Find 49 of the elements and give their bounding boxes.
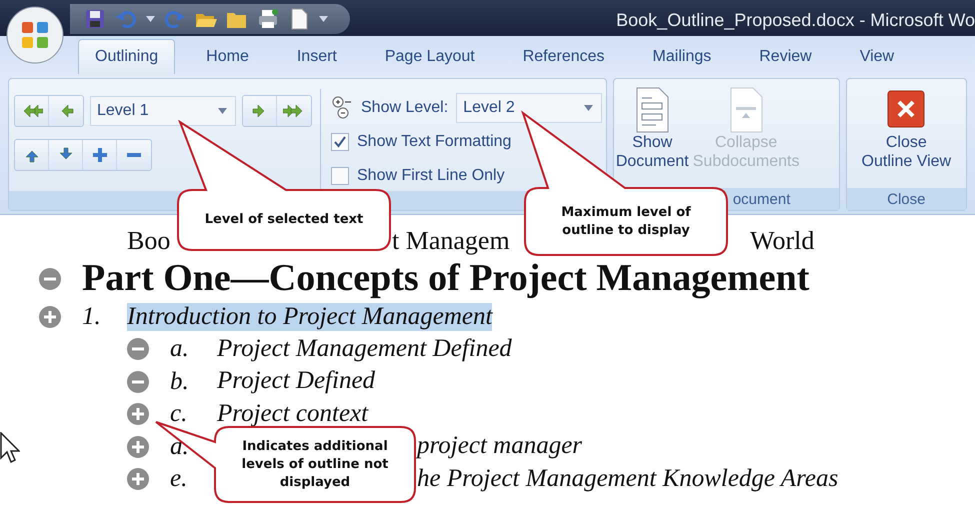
heading-text: Part One—Concepts of Project Management	[82, 257, 810, 301]
outline-number: 1.	[82, 303, 102, 331]
outline-number: a.	[170, 335, 190, 364]
outline-text: Project Defined	[217, 367, 376, 396]
window-title: Book_Outline_Proposed.docx - Microsoft Wo	[616, 8, 975, 30]
group-label: Close	[887, 190, 926, 208]
dropdown-caret-icon	[218, 108, 227, 114]
ribbon-tab[interactable]: Mailings	[636, 39, 728, 74]
ribbon-tab[interactable]: Outlining	[78, 39, 176, 74]
document-title-text: t Managem	[392, 226, 510, 256]
minus-icon	[127, 153, 141, 157]
caret-icon[interactable]	[146, 16, 155, 22]
ribbon-tab[interactable]: Page Layout	[368, 39, 492, 74]
ribbon-tab[interactable]: Home	[189, 39, 266, 74]
callout-text: Level of selected text	[204, 211, 364, 229]
checkbox[interactable]	[331, 167, 349, 185]
document-title-text: World	[750, 226, 814, 256]
close-outline-view-button[interactable]: Close Outline View	[860, 79, 954, 188]
customize-caret-icon[interactable]	[319, 16, 328, 22]
outline-text: he Project Management Knowledge Areas	[417, 464, 838, 494]
group-label: ocument	[732, 190, 790, 208]
outline-number: e.	[170, 465, 188, 494]
show-level-dropdown[interactable]: Level 2	[456, 93, 602, 123]
outline-level-dropdown[interactable]: Level 1	[90, 96, 236, 126]
print-icon[interactable]	[257, 8, 279, 30]
ribbon-tab[interactable]: Insert	[280, 39, 354, 74]
outline-text: Project context	[217, 400, 368, 429]
outline-number: b.	[170, 368, 190, 396]
ribbon-tab[interactable]: References	[506, 39, 622, 74]
checkbox-label: Show Text Formatting	[357, 133, 512, 151]
double-arrow-icon	[283, 102, 305, 120]
document-title-text: Boo	[127, 226, 170, 256]
show-level-icon	[331, 96, 353, 120]
outline-text: project manager	[417, 432, 582, 462]
outline-number: c.	[170, 400, 188, 428]
outline-text: Project Management Defined	[217, 334, 512, 364]
outline-text: Introduction to Project Management	[127, 302, 492, 332]
checkbox[interactable]	[331, 133, 349, 151]
show-level-label: Show Level:	[361, 99, 448, 117]
save-icon[interactable]	[84, 8, 106, 30]
show-document-button[interactable]: Show Document	[614, 79, 691, 188]
ribbon-tab[interactable]: View	[842, 39, 912, 74]
plus-icon	[92, 148, 106, 162]
callout-text: Indicates additional levels of outline not displayed	[240, 438, 390, 492]
document-icon	[634, 87, 670, 133]
document-icon	[728, 87, 764, 133]
callout-text: Maximum level of outline to display	[560, 204, 692, 240]
checkbox-label: Show First Line Only	[357, 167, 505, 185]
ribbon-tab[interactable]: Review	[742, 39, 829, 74]
